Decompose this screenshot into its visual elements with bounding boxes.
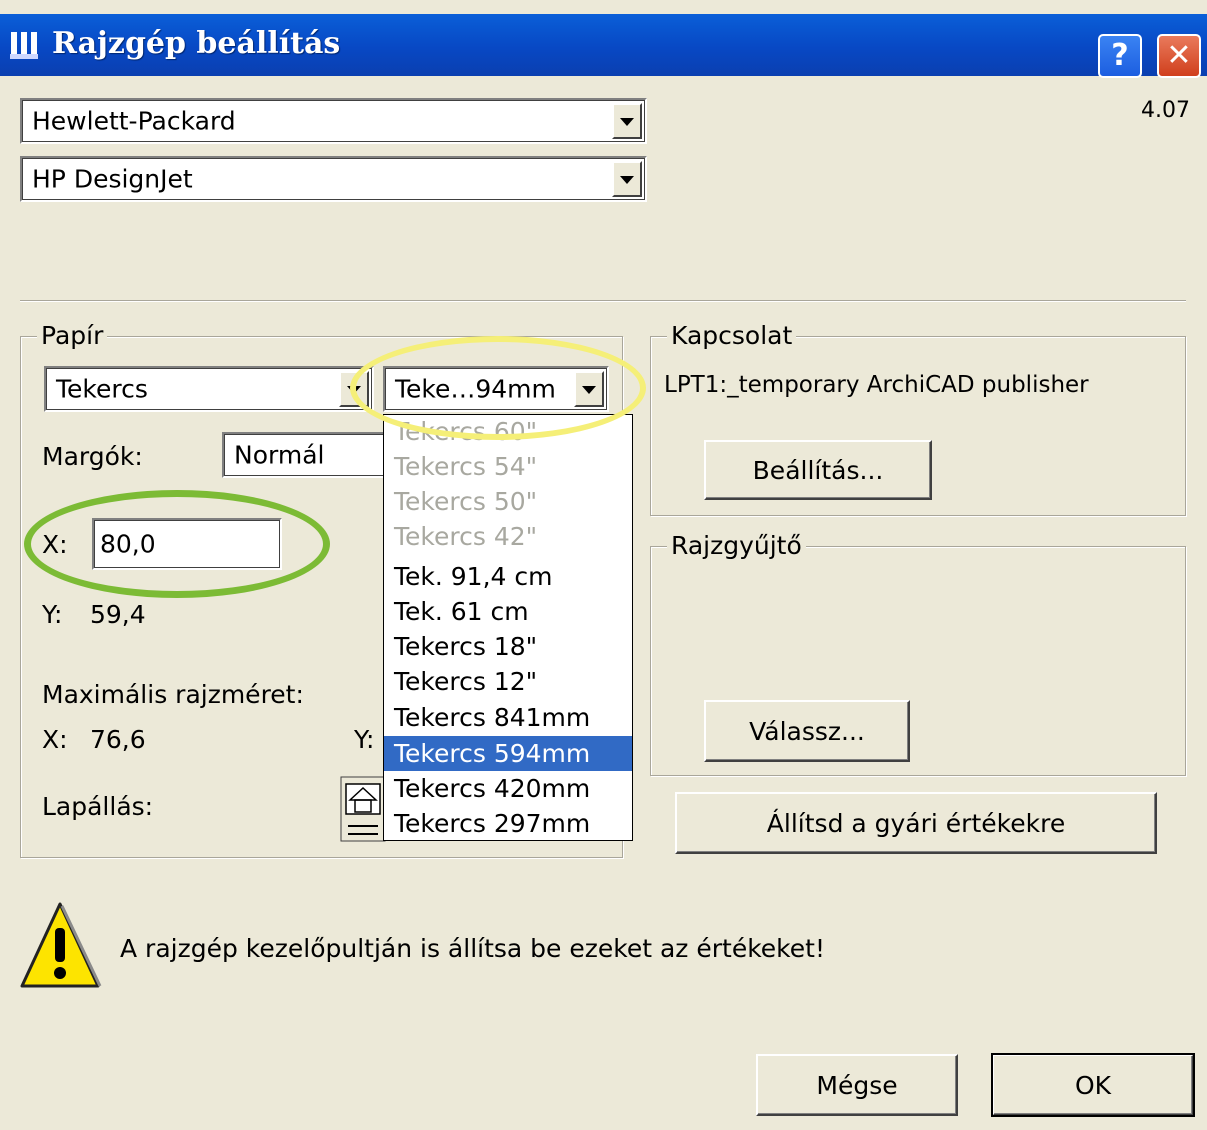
title-bar[interactable]: Rajzgép beállítás ? ✕: [0, 14, 1207, 78]
paper-size-select[interactable]: Teke…94mm: [383, 366, 609, 412]
x-size-input[interactable]: 80,0: [92, 518, 282, 570]
reset-defaults-button[interactable]: Állítsd a gyári értékekre: [675, 792, 1157, 854]
plotter-setup-dialog: Rajzgép beállítás ? ✕ 4.07 Hewlett-Packa…: [0, 0, 1207, 1130]
connection-group-label: Kapcsolat: [667, 321, 797, 350]
close-button[interactable]: ✕: [1157, 34, 1201, 78]
orientation-label: Lapállás:: [42, 792, 154, 821]
y-size-value: 59,4: [90, 600, 146, 629]
separator: [20, 300, 1186, 302]
paper-size-option-selected[interactable]: Tekercs 594mm: [384, 736, 632, 771]
connection-port: LPT1:_temporary ArchiCAD publisher: [664, 372, 1089, 398]
max-y-label: Y:: [354, 725, 375, 754]
manufacturer-value: Hewlett-Packard: [32, 106, 236, 136]
paper-size-option: Tekercs 42": [394, 522, 538, 551]
ok-button[interactable]: OK: [991, 1053, 1195, 1117]
paper-size-option: Tekercs 60": [394, 417, 538, 446]
archicad-icon: [10, 32, 38, 59]
window-title: Rajzgép beállítás: [52, 26, 341, 61]
chevron-down-icon[interactable]: [339, 371, 369, 407]
margins-value: Normál: [234, 440, 325, 470]
paper-size-option[interactable]: Tek. 61 cm: [384, 594, 632, 629]
x-label: X:: [42, 530, 68, 559]
model-value: HP DesignJet: [32, 164, 193, 194]
warning-icon: [20, 902, 102, 988]
help-button[interactable]: ?: [1098, 34, 1142, 78]
spooler-choose-button[interactable]: Válassz...: [704, 700, 910, 762]
cancel-button[interactable]: Mégse: [756, 1054, 958, 1116]
orientation-icon[interactable]: [340, 776, 386, 842]
chevron-down-icon[interactable]: [574, 371, 604, 407]
paper-size-option[interactable]: Tek. 91,4 cm: [384, 559, 632, 594]
max-x-value: 76,6: [90, 725, 146, 754]
paper-group-label: Papír: [37, 321, 108, 350]
paper-size-option[interactable]: Tekercs 420mm: [384, 771, 632, 806]
version-label: 4.07: [1141, 98, 1190, 123]
paper-size-option: Tekercs 50": [394, 487, 538, 516]
connection-settings-button[interactable]: Beállítás...: [704, 440, 932, 500]
manufacturer-select[interactable]: Hewlett-Packard: [20, 98, 647, 144]
paper-size-option[interactable]: Tekercs 18": [384, 629, 632, 664]
paper-size-option[interactable]: Tekercs 12": [384, 664, 632, 699]
warning-text: A rajzgép kezelőpultján is állítsa be ez…: [120, 934, 825, 963]
x-size-value: 80,0: [100, 529, 156, 559]
margins-label: Margók:: [42, 442, 143, 471]
paper-size-option[interactable]: Tekercs 297mm: [384, 806, 632, 840]
paper-size-option[interactable]: Tekercs 841mm: [384, 700, 632, 735]
max-x-label: X:: [42, 725, 68, 754]
paper-size-option: Tekercs 54": [394, 452, 538, 481]
paper-size-value: Teke…94mm: [395, 374, 556, 404]
spooler-group-label: Rajzgyűjtő: [667, 531, 806, 560]
max-size-label: Maximális rajzméret:: [42, 680, 304, 709]
paper-size-dropdown-list[interactable]: Tekercs 60" Tekercs 54" Tekercs 50" Teke…: [383, 414, 633, 841]
chevron-down-icon[interactable]: [612, 161, 642, 197]
chevron-down-icon[interactable]: [612, 103, 642, 139]
model-select[interactable]: HP DesignJet: [20, 156, 647, 202]
paper-type-select[interactable]: Tekercs: [44, 366, 374, 412]
y-label: Y:: [42, 600, 63, 629]
margins-select[interactable]: Normál: [222, 432, 392, 478]
paper-type-value: Tekercs: [56, 374, 148, 404]
